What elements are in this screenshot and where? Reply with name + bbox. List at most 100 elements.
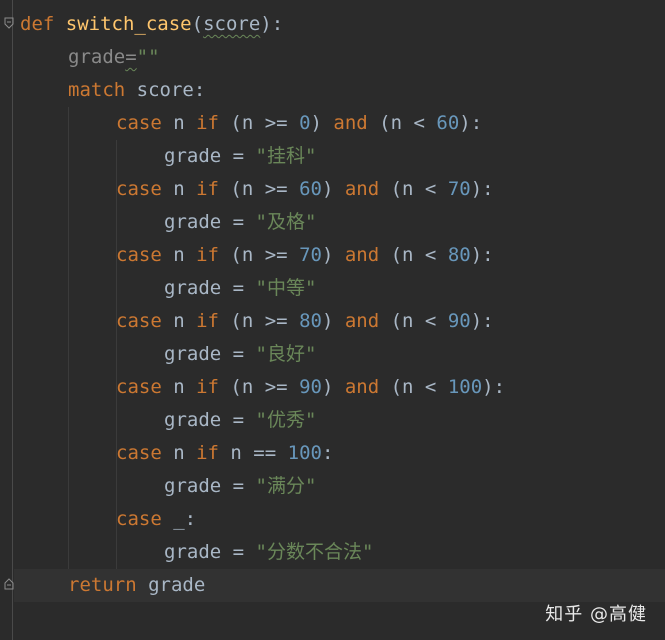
- condition-part: (n >=: [218, 310, 300, 332]
- and-keyword: and: [344, 244, 380, 266]
- string-literal: "良好": [255, 343, 317, 365]
- case-capture: n: [161, 310, 197, 332]
- code-line-case[interactable]: case n if (n >= 90) and (n < 100):: [116, 371, 505, 404]
- and-keyword: and: [344, 178, 380, 200]
- if-keyword: if: [196, 442, 219, 464]
- lower-bound: 70: [299, 244, 322, 266]
- case-keyword: case: [116, 178, 162, 200]
- upper-bound: 90: [447, 310, 471, 332]
- code-line-assign[interactable]: grade = "挂科": [164, 140, 316, 173]
- condition-part: (n <: [379, 178, 448, 200]
- lower-bound: 90: [299, 376, 322, 398]
- case-keyword: case: [116, 310, 162, 332]
- assign-target: grade =: [164, 277, 256, 299]
- condition-part: ):: [470, 244, 494, 266]
- code-line-assign[interactable]: grade = "满分": [164, 470, 316, 503]
- case-capture: n: [161, 376, 197, 398]
- condition-part: ):: [459, 112, 483, 134]
- assign-target: grade =: [164, 541, 256, 563]
- lower-bound: 80: [299, 310, 322, 332]
- condition-part: n ==: [218, 442, 288, 464]
- fold-close-icon[interactable]: [4, 578, 14, 590]
- upper-bound: 60: [436, 112, 460, 134]
- code-line-case-default[interactable]: case _:: [116, 503, 196, 536]
- function-name: switch_case: [65, 13, 192, 35]
- case-keyword: case: [116, 442, 162, 464]
- condition-part: ): [310, 112, 334, 134]
- paren-close: ):: [260, 13, 284, 35]
- code-line-assign[interactable]: grade = "中等": [164, 272, 316, 305]
- code-line-match[interactable]: match score:: [68, 74, 205, 107]
- case-capture: n: [161, 178, 197, 200]
- case-keyword: case: [116, 508, 162, 530]
- condition-part: ): [321, 244, 345, 266]
- indent-guide: [68, 107, 69, 574]
- code-line-case[interactable]: case n if (n >= 70) and (n < 80):: [116, 239, 494, 272]
- code-line-grade-init[interactable]: grade="": [68, 41, 160, 74]
- condition-part: ): [321, 376, 345, 398]
- var-grade: grade: [68, 46, 126, 68]
- code-line-return[interactable]: return grade: [68, 569, 205, 602]
- condition-part: ):: [470, 178, 494, 200]
- if-keyword: if: [196, 310, 219, 332]
- code-line-assign[interactable]: grade = "分数不合法": [164, 536, 373, 569]
- case-capture: n: [161, 442, 197, 464]
- condition-part: (n >=: [218, 244, 300, 266]
- case-capture: n: [161, 244, 197, 266]
- string-literal: "挂科": [255, 145, 317, 167]
- paren-open: (: [191, 13, 204, 35]
- condition-part: (n >=: [218, 112, 300, 134]
- code-line-assign[interactable]: grade = "及格": [164, 206, 316, 239]
- code-line-case[interactable]: case n if n == 100:: [116, 437, 333, 470]
- code-line-def[interactable]: def switch_case(score):: [20, 8, 283, 41]
- and-keyword: and: [344, 376, 380, 398]
- and-keyword: and: [344, 310, 380, 332]
- zhihu-watermark: 知乎 @高健: [545, 604, 647, 625]
- condition-part: (n >=: [218, 376, 300, 398]
- upper-bound: 70: [447, 178, 471, 200]
- case-capture: n: [161, 112, 197, 134]
- condition-part: ): [321, 178, 345, 200]
- upper-bound: 80: [447, 244, 471, 266]
- condition-part: (n <: [379, 376, 448, 398]
- string-literal: "中等": [255, 277, 317, 299]
- equal-value: 100: [287, 442, 322, 464]
- code-line-assign[interactable]: grade = "优秀": [164, 404, 316, 437]
- if-keyword: if: [196, 112, 219, 134]
- assign-target: grade =: [164, 409, 256, 431]
- code-line-case[interactable]: case n if (n >= 60) and (n < 70):: [116, 173, 494, 206]
- assign-target: grade =: [164, 145, 256, 167]
- condition-part: (n >=: [218, 178, 300, 200]
- gutter-line: [12, 0, 13, 640]
- assign-op: =: [125, 46, 137, 68]
- if-keyword: if: [196, 244, 219, 266]
- assign-target: grade =: [164, 343, 256, 365]
- upper-bound: 100: [447, 376, 483, 398]
- string-literal: "优秀": [255, 409, 317, 431]
- condition-part: (n <: [379, 244, 448, 266]
- case-keyword: case: [116, 376, 162, 398]
- code-line-case[interactable]: case n if (n >= 80) and (n < 90):: [116, 305, 494, 338]
- condition-part: :: [321, 442, 334, 464]
- case-keyword: case: [116, 112, 162, 134]
- return-value: grade: [136, 574, 206, 596]
- string-literal: "分数不合法": [255, 541, 374, 563]
- condition-part: (n <: [379, 310, 448, 332]
- and-keyword: and: [333, 112, 368, 134]
- code-editor[interactable]: def switch_case(score): grade="" match s…: [0, 0, 665, 640]
- wildcard-pattern: _:: [161, 508, 197, 530]
- def-keyword: def: [20, 13, 55, 35]
- assign-target: grade =: [164, 211, 256, 233]
- return-keyword: return: [68, 574, 137, 596]
- code-line-assign[interactable]: grade = "良好": [164, 338, 316, 371]
- code-line-case[interactable]: case n if (n >= 0) and (n < 60):: [116, 107, 482, 140]
- fold-open-icon[interactable]: [4, 17, 14, 29]
- if-keyword: if: [196, 376, 219, 398]
- case-keyword: case: [116, 244, 162, 266]
- param-score: score: [203, 13, 261, 35]
- empty-string: "": [136, 46, 160, 68]
- condition-part: (n <: [367, 112, 437, 134]
- condition-part: ): [321, 310, 345, 332]
- assign-target: grade =: [164, 475, 256, 497]
- lower-bound: 60: [299, 178, 322, 200]
